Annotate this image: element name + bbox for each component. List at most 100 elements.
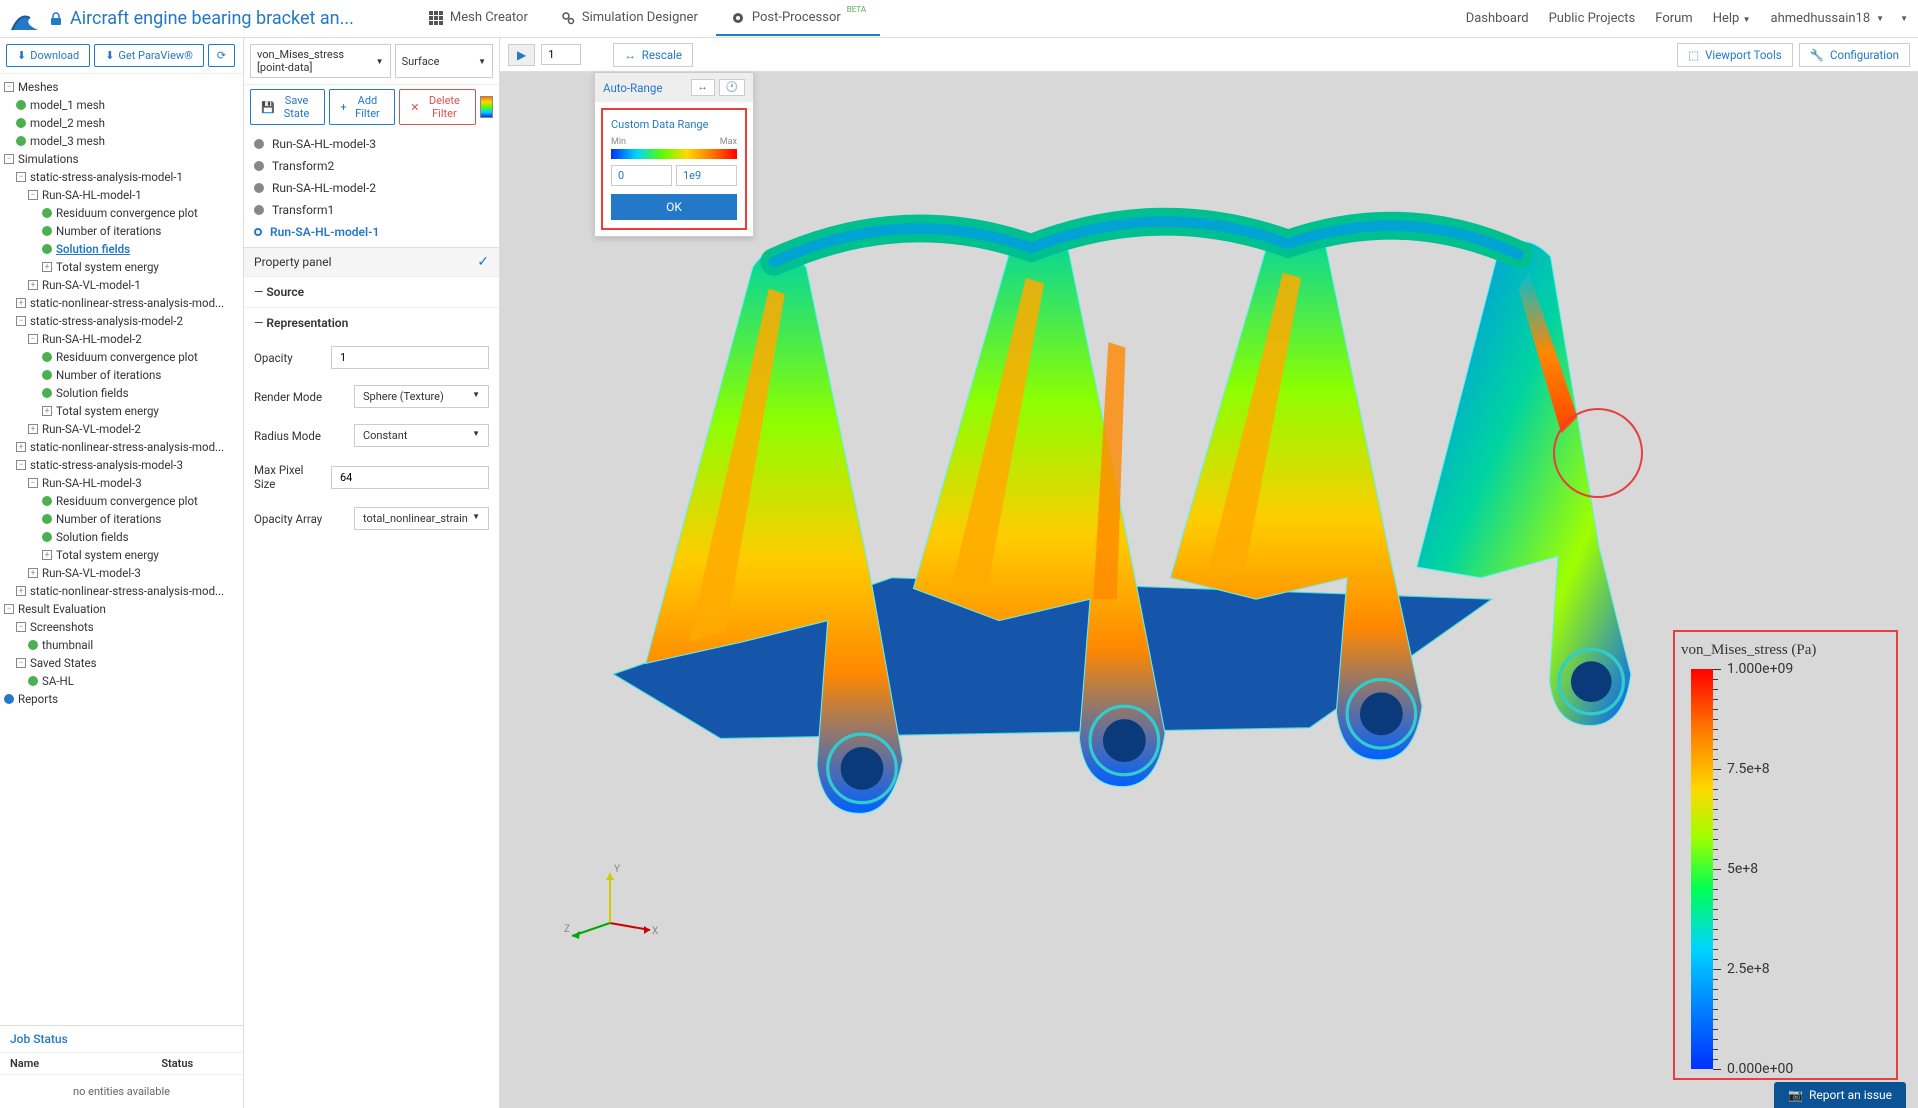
pipeline-item[interactable]: Run-SA-HL-model-3 (244, 133, 499, 155)
annotation-circle (1553, 408, 1643, 498)
camera-icon: 📷 (1788, 1088, 1803, 1102)
tree-saved-state-item[interactable]: SA-HL (0, 672, 243, 690)
refresh-button[interactable]: ⟳ (208, 44, 235, 67)
tree-result[interactable]: Number of iterations (0, 510, 243, 528)
chevron-down-icon: ▼ (376, 57, 384, 66)
tree-result-eval[interactable]: − Result Evaluation (0, 600, 243, 618)
tree-result[interactable]: + Total system energy (0, 402, 243, 420)
rescale-button[interactable]: ↔Rescale (613, 43, 693, 67)
tree-sim[interactable]: − static-stress-analysis-model-2 (0, 312, 243, 330)
tree-screenshots[interactable]: − Screenshots (0, 618, 243, 636)
refresh-icon: ⟳ (217, 49, 226, 62)
play-button[interactable]: ▶ (508, 44, 535, 66)
ok-button[interactable]: OK (611, 194, 737, 220)
max-input[interactable] (676, 165, 737, 186)
job-status-title: Job Status (0, 1026, 243, 1053)
min-input[interactable] (611, 165, 672, 186)
svg-text:Y: Y (614, 864, 620, 875)
tree-simulations[interactable]: − Simulations (0, 150, 243, 168)
get-paraview-button[interactable]: ⬇Get ParaView® (94, 44, 204, 67)
tree-result[interactable]: Solution fields (0, 240, 243, 258)
tree-mesh-item[interactable]: model_2 mesh (0, 114, 243, 132)
pipeline-item[interactable]: Transform2 (244, 155, 499, 177)
pipeline-item[interactable]: Run-SA-HL-model-1 (244, 221, 499, 243)
lock-icon (48, 11, 64, 27)
colorbar-legend: von_Mises_stress (Pa) 1.000e+09 7.5e+8 5… (1673, 630, 1898, 1080)
pipeline-item[interactable]: Transform1 (244, 199, 499, 221)
link-help[interactable]: Help ▼ (1713, 11, 1751, 26)
tree-run[interactable]: − Run-SA-HL-model-2 (0, 330, 243, 348)
viewport-tools-button[interactable]: ⬚Viewport Tools (1677, 43, 1792, 67)
download-button[interactable]: ⬇Download (6, 44, 90, 67)
tab-simulation-designer[interactable]: Simulation Designer (546, 2, 712, 36)
colorbar-title: von_Mises_stress (Pa) (1681, 642, 1890, 659)
tree-result[interactable]: Number of iterations (0, 222, 243, 240)
tree-reports[interactable]: Reports (0, 690, 243, 708)
tree-run[interactable]: + Run-SA-VL-model-1 (0, 276, 243, 294)
tree-sim[interactable]: + static-nonlinear-stress-analysis-mod..… (0, 294, 243, 312)
tree-result[interactable]: Solution fields (0, 384, 243, 402)
tree-result[interactable]: Residuum convergence plot (0, 204, 243, 222)
tree-sim[interactable]: + static-nonlinear-stress-analysis-mod..… (0, 438, 243, 456)
tree-result[interactable]: + Total system energy (0, 546, 243, 564)
tab-mesh-creator[interactable]: Mesh Creator (414, 2, 542, 36)
save-state-button[interactable]: 💾Save State (250, 89, 325, 125)
svg-text:X: X (652, 926, 658, 937)
render-mode-select[interactable]: Sphere (Texture)▼ (354, 385, 489, 408)
opacity-input[interactable] (331, 346, 489, 369)
user-menu[interactable]: ahmedhussain18 ▼ ▼ (1771, 11, 1908, 26)
tree-run[interactable]: + Run-SA-VL-model-2 (0, 420, 243, 438)
link-public-projects[interactable]: Public Projects (1549, 11, 1636, 26)
tree-run[interactable]: − Run-SA-HL-model-3 (0, 474, 243, 492)
max-pixel-input[interactable] (331, 466, 489, 489)
auto-range-static-button[interactable]: ↔ (691, 79, 715, 96)
link-forum[interactable]: Forum (1655, 11, 1692, 26)
field-select[interactable]: von_Mises_stress [point-data]▼ (250, 44, 391, 78)
tree-sim[interactable]: − static-stress-analysis-model-1 (0, 168, 243, 186)
gradient-preview (611, 149, 737, 159)
x-icon: ✕ (410, 101, 419, 114)
property-panel-header[interactable]: Property panel ✓ (244, 247, 499, 276)
auto-range-label[interactable]: Auto-Range (603, 81, 662, 95)
delete-filter-button[interactable]: ✕Delete Filter (399, 89, 476, 125)
opacity-label: Opacity (254, 351, 321, 365)
tree-saved-states[interactable]: − Saved States (0, 654, 243, 672)
tree-sim[interactable]: − static-stress-analysis-model-3 (0, 456, 243, 474)
configuration-button[interactable]: 🔧Configuration (1799, 43, 1910, 67)
gears-icon (560, 10, 576, 26)
clock-icon: 🕐 (726, 82, 738, 93)
opacity-array-select[interactable]: total_nonlinear_strain▼ (354, 507, 489, 530)
tree-result[interactable]: Solution fields (0, 528, 243, 546)
render-type-select[interactable]: Surface▼ (395, 44, 493, 78)
tree-run[interactable]: + Run-SA-VL-model-3 (0, 564, 243, 582)
add-filter-button[interactable]: +Add Filter (329, 89, 395, 125)
tree-mesh-item[interactable]: model_1 mesh (0, 96, 243, 114)
frame-input[interactable] (541, 44, 581, 65)
3d-viewport[interactable] (560, 128, 1738, 878)
tree-screenshot-item[interactable]: thumbnail (0, 636, 243, 654)
source-section[interactable]: Source (254, 285, 489, 299)
tree-meshes[interactable]: − Meshes (0, 78, 243, 96)
play-icon: ▶ (517, 48, 526, 62)
pipeline-item[interactable]: Run-SA-HL-model-2 (244, 177, 499, 199)
tools-icon: ⬚ (1688, 48, 1699, 62)
project-title: Aircraft engine bearing bracket an... (48, 8, 354, 29)
link-dashboard[interactable]: Dashboard (1466, 11, 1529, 26)
tree-result[interactable]: + Total system energy (0, 258, 243, 276)
tree-mesh-item[interactable]: model_3 mesh (0, 132, 243, 150)
app-logo (10, 4, 40, 34)
check-icon: ✓ (477, 254, 489, 270)
tree-result[interactable]: Residuum convergence plot (0, 492, 243, 510)
colormap-button[interactable] (480, 96, 493, 118)
job-col-name: Name (10, 1057, 122, 1070)
tree-run[interactable]: − Run-SA-HL-model-1 (0, 186, 243, 204)
tab-post-processor[interactable]: Post-Processor BETA (716, 2, 880, 36)
tree-sim[interactable]: + static-nonlinear-stress-analysis-mod..… (0, 582, 243, 600)
representation-section[interactable]: Representation (254, 316, 489, 330)
tree-result[interactable]: Residuum convergence plot (0, 348, 243, 366)
axis-indicator: X Y Z (560, 858, 660, 958)
report-issue-button[interactable]: 📷 Report an issue (1774, 1082, 1906, 1108)
radius-mode-select[interactable]: Constant▼ (354, 424, 489, 447)
auto-range-time-button[interactable]: 🕐 (719, 79, 745, 96)
tree-result[interactable]: Number of iterations (0, 366, 243, 384)
